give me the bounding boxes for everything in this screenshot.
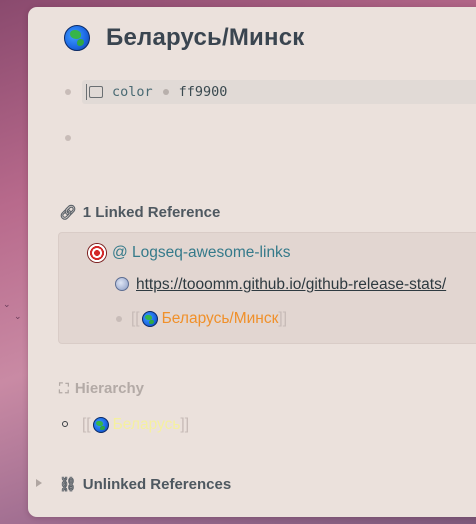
collapse-caret-icon[interactable] <box>36 479 42 487</box>
reference-source-page[interactable]: @ Logseq-awesome-links <box>112 244 291 262</box>
globe-icon <box>92 417 109 433</box>
block-bullet[interactable] <box>65 89 71 95</box>
hierarchy-bullet <box>62 421 68 427</box>
unlinked-references-label: Unlinked References <box>82 476 232 493</box>
globe-icon <box>141 311 158 327</box>
property-value[interactable]: ff9900 <box>179 84 228 100</box>
hierarchy-header: ⛶ Hierarchy <box>59 380 144 397</box>
page-reference-label[interactable]: Беларусь/Минск <box>162 310 279 328</box>
bracket-open: [[ <box>131 310 140 327</box>
unlinked-references-header[interactable]: ⛓︎ Unlinked References <box>59 476 231 493</box>
bracket-open: [[ <box>82 416 91 433</box>
empty-block-bullet[interactable] <box>65 135 71 141</box>
property-key[interactable]: color <box>112 84 153 100</box>
web-link-icon <box>115 277 129 291</box>
property-icon <box>86 84 103 100</box>
bracket-close: ]] <box>278 310 288 327</box>
hierarchy-icon: ⛶ <box>59 380 69 396</box>
page-reference-link[interactable]: [[ Беларусь/Минск ]] <box>131 310 287 328</box>
page-title[interactable]: Беларусь/Минск <box>106 24 304 52</box>
target-icon <box>88 244 106 262</box>
property-block[interactable]: color ff9900 <box>82 80 476 104</box>
reference-url-link[interactable]: https://tooomm.github.io/github-release-… <box>136 276 446 294</box>
background-bird-mark: ⌄ <box>3 300 11 310</box>
globe-icon <box>64 25 90 51</box>
page-header: Беларусь/Минск <box>36 24 304 52</box>
unlinked-icon: ⛓︎ <box>59 476 77 492</box>
reference-block-bullet[interactable] <box>116 316 122 322</box>
background-bird-mark: ⌄ <box>14 312 22 322</box>
property-separator-dot <box>162 89 169 95</box>
hierarchy-item-label[interactable]: Беларусь <box>113 416 181 434</box>
bracket-close: ]] <box>180 416 190 433</box>
hierarchy-label: Hierarchy <box>74 380 145 397</box>
linked-references-label: 1 Linked Reference <box>82 204 221 221</box>
hierarchy-page-link[interactable]: [[ Беларусь ]] <box>82 416 189 434</box>
link-icon: 🔗︎ <box>59 204 77 220</box>
linked-references-header[interactable]: 🔗︎ 1 Linked Reference <box>59 204 220 221</box>
